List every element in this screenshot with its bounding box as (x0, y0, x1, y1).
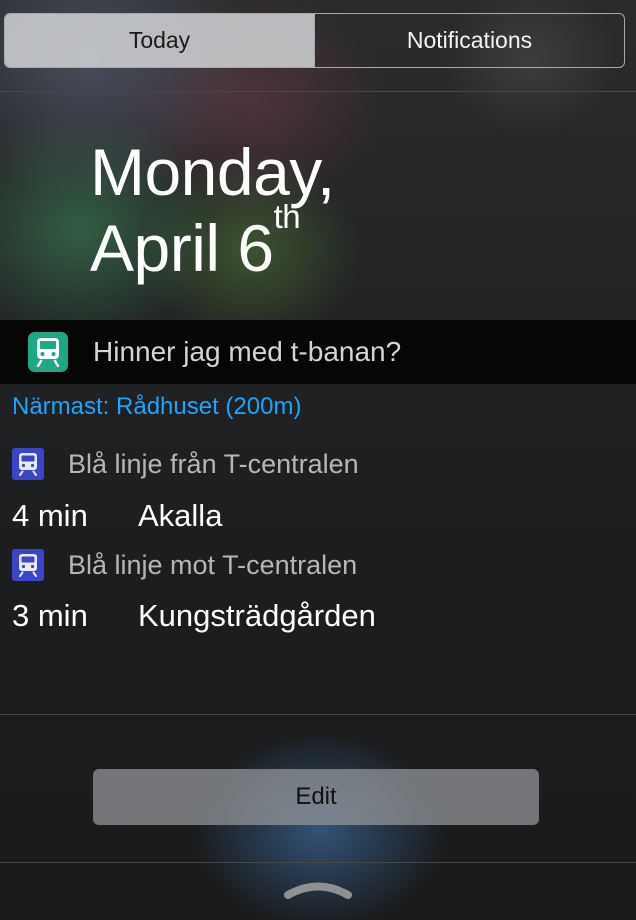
nearest-station: Närmast: Rådhuset (200m) (12, 393, 302, 420)
date-ordinal-suffix: th (273, 198, 301, 235)
date-month-day-text: April 6 (90, 211, 274, 285)
header-divider (0, 91, 636, 92)
departure-destination: Akalla (138, 498, 223, 533)
date-month-day: April 6th (90, 200, 335, 286)
widget-bottom-divider (0, 714, 636, 715)
widget-header[interactable]: Hinner jag med t-banan? (0, 320, 636, 384)
departure-time: 3 min (12, 598, 88, 633)
footer-divider (0, 862, 636, 863)
route-line-label: Blå linje från T-centralen (68, 448, 359, 479)
tab-today[interactable]: Today (5, 14, 315, 67)
view-segmented-control: Today Notifications (4, 13, 625, 68)
widget-title: Hinner jag med t-banan? (93, 336, 402, 367)
date-heading: Monday, April 6th (90, 134, 335, 286)
departure-destination: Kungsträdgården (138, 598, 376, 633)
edit-button[interactable]: Edit (93, 769, 539, 825)
route-line-row: Blå linje mot T-centralen (12, 549, 357, 581)
route-line-label: Blå linje mot T-centralen (68, 549, 358, 580)
metro-icon (12, 549, 44, 581)
departure-row: 3 min Kungsträdgården (12, 598, 376, 634)
departure-time: 4 min (12, 498, 88, 533)
route-line-row: Blå linje från T-centralen (12, 448, 359, 480)
metro-icon (12, 448, 44, 480)
tab-notifications[interactable]: Notifications (315, 14, 624, 67)
chevron-up-handle-icon[interactable] (282, 876, 354, 902)
train-icon (28, 332, 68, 372)
departure-row: 4 min Akalla (12, 498, 222, 534)
